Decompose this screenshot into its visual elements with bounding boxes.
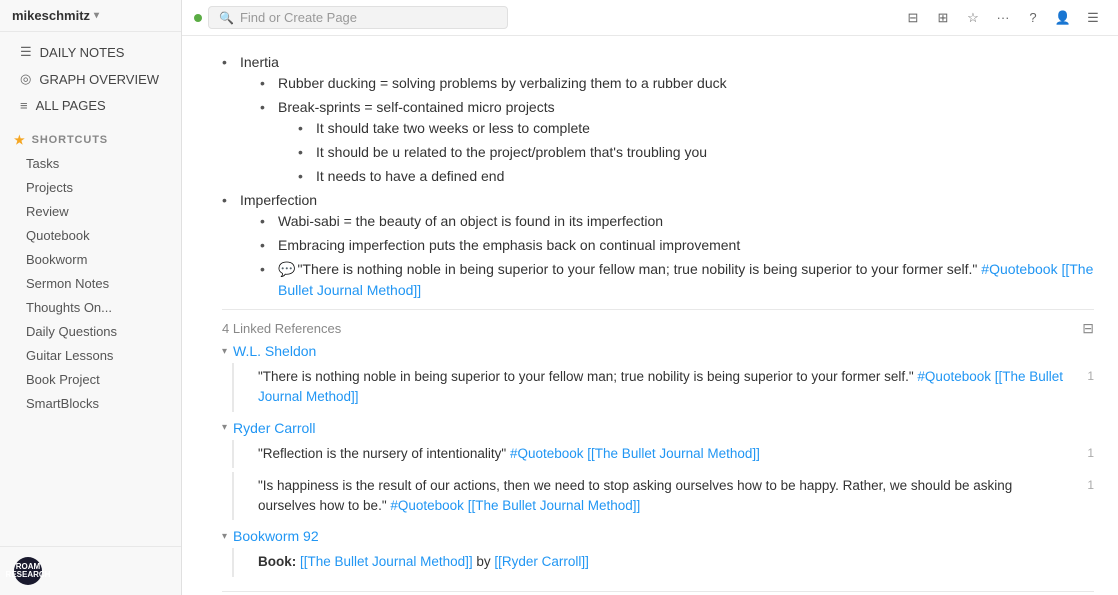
main-area: 🔍 Find or Create Page ⊟ ⊞ ☆ ··· ? 👤 ☰ In… bbox=[182, 0, 1118, 595]
ref-group-title-ryder[interactable]: Ryder Carroll bbox=[233, 420, 315, 436]
user-name: mikeschmitz bbox=[12, 8, 90, 23]
shortcut-sermon-notes[interactable]: Sermon Notes bbox=[6, 272, 175, 295]
sidebar-item-daily-notes[interactable]: ☰ DAILY NOTES bbox=[6, 39, 175, 65]
more-options-button[interactable]: ··· bbox=[990, 5, 1016, 31]
search-icon: 🔍 bbox=[219, 11, 234, 25]
collapse-arrow-icon: ▾ bbox=[222, 531, 227, 542]
filter-button[interactable]: ⊟ bbox=[900, 5, 926, 31]
help-button[interactable]: ? bbox=[1020, 5, 1046, 31]
ref-group-header-sheldon[interactable]: ▾ W.L. Sheldon bbox=[222, 343, 1094, 359]
topbar: 🔍 Find or Create Page ⊟ ⊞ ☆ ··· ? 👤 ☰ bbox=[182, 0, 1118, 36]
shortcut-quotebook[interactable]: Quotebook bbox=[6, 224, 175, 247]
sidebar-bottom: ROAMRESEARCH bbox=[0, 546, 181, 595]
sidebar-label-daily-notes: DAILY NOTES bbox=[40, 45, 125, 60]
content-area: Inertia Rubber ducking = solving problem… bbox=[182, 36, 1118, 595]
shortcut-daily-questions[interactable]: Daily Questions bbox=[6, 320, 175, 343]
ref-group-ryder: ▾ Ryder Carroll "Reflection is the nurse… bbox=[222, 420, 1094, 521]
list-item: It needs to have a defined end bbox=[298, 166, 1094, 187]
bullet-journal-link-bw[interactable]: [[The Bullet Journal Method]] bbox=[300, 554, 473, 569]
search-input[interactable]: Find or Create Page bbox=[240, 10, 357, 25]
star-icon: ★ bbox=[14, 133, 26, 147]
roam-logo: ROAMRESEARCH bbox=[14, 557, 42, 585]
shortcuts-list: Tasks Projects Review Quotebook Bookworm… bbox=[0, 151, 181, 416]
ref-group-sheldon: ▾ W.L. Sheldon "There is nothing noble i… bbox=[222, 343, 1094, 412]
list-item: Break-sprints = self-contained micro pro… bbox=[260, 97, 1094, 187]
list-item: Inertia Rubber ducking = solving problem… bbox=[222, 52, 1094, 187]
sidebar-label-all-pages: ALL PAGES bbox=[36, 98, 106, 113]
bullet-journal-link-ryder1[interactable]: [[The Bullet Journal Method]] bbox=[587, 446, 760, 461]
filter-alt-button[interactable]: ⊞ bbox=[930, 5, 956, 31]
ref-group-title-sheldon[interactable]: W.L. Sheldon bbox=[233, 343, 316, 359]
list-item: It should be u related to the project/pr… bbox=[298, 142, 1094, 163]
nav-section-main: ☰ DAILY NOTES ◎ GRAPH OVERVIEW ≡ ALL PAG… bbox=[0, 32, 181, 125]
sidebar-toggle-button[interactable]: ☰ bbox=[1080, 5, 1106, 31]
ryder-carroll-link-bw[interactable]: [[Ryder Carroll]] bbox=[494, 554, 589, 569]
shortcut-book-project[interactable]: Book Project bbox=[6, 368, 175, 391]
list-item: It should take two weeks or less to comp… bbox=[298, 118, 1094, 139]
bullet-journal-link-ryder2[interactable]: [[The Bullet Journal Method]] bbox=[468, 498, 641, 513]
ref-item-count: 1 bbox=[1078, 476, 1094, 494]
notes-list: Inertia Rubber ducking = solving problem… bbox=[222, 52, 1094, 301]
shortcut-tasks[interactable]: Tasks bbox=[6, 152, 175, 175]
shortcut-review[interactable]: Review bbox=[6, 200, 175, 223]
ref-group-bookworm: ▾ Bookworm 92 Book: [[The Bullet Journal… bbox=[222, 528, 1094, 576]
list-item: Embracing imperfection puts the emphasis… bbox=[260, 235, 1094, 256]
shortcut-thoughts-on[interactable]: Thoughts On... bbox=[6, 296, 175, 319]
shortcuts-section-label: ★ SHORTCUTS bbox=[0, 125, 181, 151]
star-button[interactable]: ☆ bbox=[960, 5, 986, 31]
chevron-down-icon: ▾ bbox=[94, 10, 99, 21]
unlinked-refs-header[interactable]: Unlinked References bbox=[222, 591, 1094, 595]
ref-group-header-bookworm[interactable]: ▾ Bookworm 92 bbox=[222, 528, 1094, 544]
topbar-actions: ⊟ ⊞ ☆ ··· ? 👤 ☰ bbox=[900, 5, 1106, 31]
sidebar-label-graph-overview: GRAPH OVERVIEW bbox=[39, 72, 159, 87]
list-item: Imperfection Wabi-sabi = the beauty of a… bbox=[222, 190, 1094, 301]
list-item: 💬"There is nothing noble in being superi… bbox=[260, 259, 1094, 301]
ref-item: "Reflection is the nursery of intentiona… bbox=[232, 440, 1094, 468]
ref-group-title-bookworm[interactable]: Bookworm 92 bbox=[233, 528, 319, 544]
pages-icon: ≡ bbox=[20, 98, 28, 113]
search-box[interactable]: 🔍 Find or Create Page bbox=[208, 6, 508, 29]
list-item: Wabi-sabi = the beauty of an object is f… bbox=[260, 211, 1094, 232]
ref-item-count: 1 bbox=[1078, 444, 1094, 462]
linked-refs-header: 4 Linked References ⊟ bbox=[222, 309, 1094, 343]
ref-item: "Is happiness is the result of our actio… bbox=[232, 472, 1094, 521]
graph-icon: ◎ bbox=[20, 71, 31, 87]
bullet-inertia: Inertia bbox=[240, 54, 279, 70]
quotebook-tag-ref[interactable]: #Quotebook bbox=[917, 369, 991, 384]
ref-item: Book: [[The Bullet Journal Method]] by [… bbox=[232, 548, 1094, 576]
quotebook-tag-ryder1[interactable]: #Quotebook bbox=[510, 446, 584, 461]
ref-group-header-ryder[interactable]: ▾ Ryder Carroll bbox=[222, 420, 1094, 436]
sidebar: mikeschmitz ▾ ☰ DAILY NOTES ◎ GRAPH OVER… bbox=[0, 0, 182, 595]
calendar-icon: ☰ bbox=[20, 44, 32, 60]
user-icon-button[interactable]: 👤 bbox=[1050, 5, 1076, 31]
bullet-journal-link[interactable]: [[The Bullet Journal Method]] bbox=[278, 261, 1093, 298]
shortcut-smartblocks[interactable]: SmartBlocks bbox=[6, 392, 175, 415]
user-menu[interactable]: mikeschmitz ▾ bbox=[0, 0, 181, 32]
ref-item: "There is nothing noble in being superio… bbox=[232, 363, 1094, 412]
filter-linked-refs-button[interactable]: ⊟ bbox=[1082, 320, 1094, 337]
list-item: Rubber ducking = solving problems by ver… bbox=[260, 73, 1094, 94]
shortcut-bookworm[interactable]: Bookworm bbox=[6, 248, 175, 271]
sidebar-item-all-pages[interactable]: ≡ ALL PAGES bbox=[6, 93, 175, 118]
quotebook-tag-ryder2[interactable]: #Quotebook bbox=[390, 498, 464, 513]
status-dot bbox=[194, 14, 202, 22]
linked-refs-count: 4 Linked References bbox=[222, 321, 341, 336]
quotebook-tag[interactable]: #Quotebook bbox=[981, 261, 1057, 277]
collapse-arrow-icon: ▾ bbox=[222, 346, 227, 357]
collapse-arrow-icon: ▾ bbox=[222, 422, 227, 433]
sidebar-item-graph-overview[interactable]: ◎ GRAPH OVERVIEW bbox=[6, 66, 175, 92]
shortcut-projects[interactable]: Projects bbox=[6, 176, 175, 199]
ref-item-count: 1 bbox=[1078, 367, 1094, 385]
shortcut-guitar-lessons[interactable]: Guitar Lessons bbox=[6, 344, 175, 367]
